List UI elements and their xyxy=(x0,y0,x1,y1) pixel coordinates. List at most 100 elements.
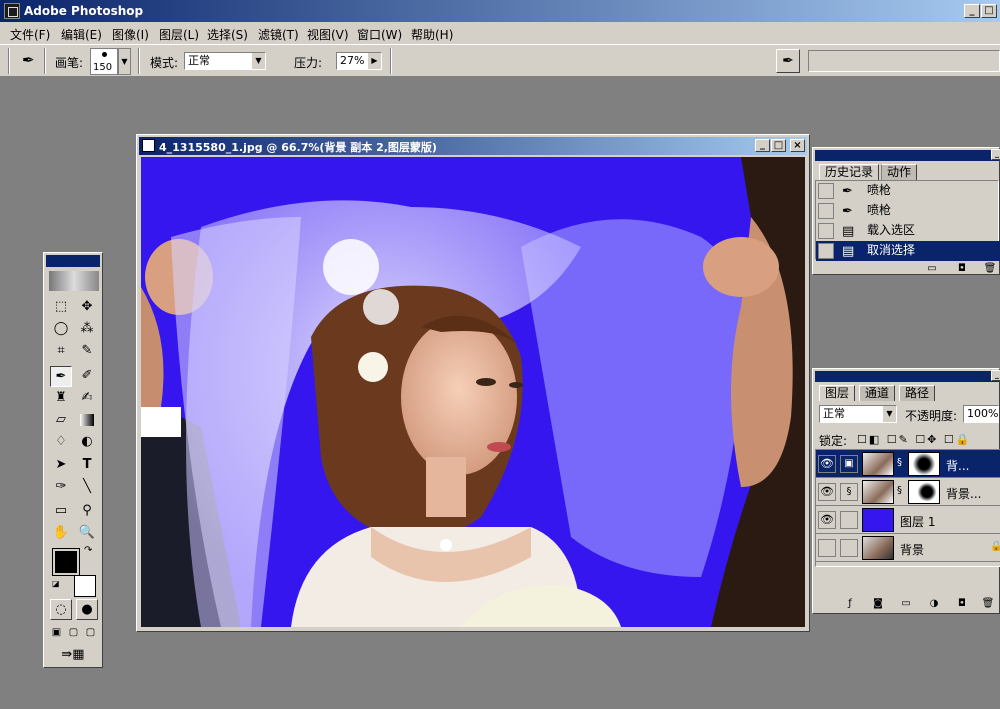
pen-tool-icon[interactable]: ✑ xyxy=(50,477,72,498)
screen-mode-standard-icon[interactable]: ▣ xyxy=(48,623,65,644)
dodge-tool-icon[interactable]: ◐ xyxy=(76,432,98,453)
history-item[interactable]: ▤ 载入选区 xyxy=(816,221,1000,241)
line-tool-icon[interactable]: ╲ xyxy=(76,477,98,498)
doc-maximize-button[interactable]: □ xyxy=(771,139,786,152)
visibility-box[interactable] xyxy=(818,539,836,557)
foreground-color-swatch[interactable] xyxy=(52,548,80,576)
jump-to-imageready-icon[interactable]: ⇛▦ xyxy=(50,645,96,666)
tab-channels[interactable]: 通道 xyxy=(859,385,896,401)
airbrush-tool-icon[interactable]: ✒ xyxy=(50,366,72,387)
trash-icon[interactable]: 🗑 xyxy=(979,597,997,611)
layer-row-selected[interactable]: 👁 ▣ § 背... xyxy=(816,450,1000,478)
hand-tool-icon[interactable]: ✋ xyxy=(50,523,72,544)
brush-dropdown-icon[interactable]: ▼ xyxy=(118,48,131,75)
eyedropper-tool-icon[interactable]: ⚲ xyxy=(76,501,98,522)
tab-layers[interactable]: 图层 xyxy=(819,385,856,401)
brush-dynamics-button[interactable]: ✒ xyxy=(776,49,800,73)
doc-close-button[interactable]: × xyxy=(790,139,805,152)
menu-layer[interactable]: 图层(L) xyxy=(159,26,199,43)
blur-tool-icon[interactable]: ♢ xyxy=(50,432,72,453)
menu-window[interactable]: 窗口(W) xyxy=(357,26,402,43)
history-checkbox[interactable] xyxy=(818,183,834,199)
path-select-tool-icon[interactable]: ➤ xyxy=(50,455,72,476)
slice-tool-icon[interactable]: ✎ xyxy=(76,341,98,362)
lasso-tool-icon[interactable]: ◯ xyxy=(50,319,72,340)
magic-wand-tool-icon[interactable]: ⁂ xyxy=(76,319,98,340)
link-box[interactable] xyxy=(840,511,858,529)
stamp-tool-icon[interactable]: ♜ xyxy=(50,388,72,409)
pressure-input[interactable]: 27% ▶ xyxy=(336,52,382,70)
eye-icon[interactable]: 👁 xyxy=(818,511,836,529)
history-panel-header[interactable] xyxy=(815,150,999,161)
history-item[interactable]: ✒ 喷枪 xyxy=(816,201,1000,221)
brush-icon[interactable]: ▣ xyxy=(840,455,858,473)
new-layer-icon[interactable]: ◘ xyxy=(953,597,971,611)
marquee-tool-icon[interactable]: ⬚ xyxy=(50,297,72,318)
minimize-button[interactable]: _ xyxy=(964,4,980,18)
toolbox-header[interactable] xyxy=(46,255,100,267)
tab-history[interactable]: 历史记录 xyxy=(819,164,880,180)
history-checkbox[interactable] xyxy=(818,203,834,219)
doc-minimize-button[interactable]: _ xyxy=(755,139,770,152)
move-tool-icon[interactable]: ✥ xyxy=(76,297,98,318)
tab-paths[interactable]: 路径 xyxy=(899,385,936,401)
history-checkbox[interactable] xyxy=(818,243,834,259)
zoom-tool-icon[interactable]: 🔍 xyxy=(76,523,98,544)
eye-icon[interactable]: 👁 xyxy=(818,455,836,473)
screen-mode-full-icon[interactable]: ▢ xyxy=(82,623,99,644)
eraser-tool-icon[interactable]: ▱ xyxy=(50,410,72,431)
opacity-input[interactable]: 100% xyxy=(963,405,999,423)
menu-view[interactable]: 视图(V) xyxy=(307,26,349,43)
brush-preview[interactable]: 150 xyxy=(90,48,118,75)
airbrush-icon[interactable]: ✒ xyxy=(22,51,35,69)
chain-link-icon[interactable]: § xyxy=(840,483,858,501)
add-mask-icon[interactable]: ◙ xyxy=(869,597,887,611)
blend-mode-select[interactable]: 正常 ▼ xyxy=(819,405,897,423)
new-set-icon[interactable]: ▭ xyxy=(897,597,915,611)
link-box[interactable] xyxy=(840,539,858,557)
image-canvas[interactable] xyxy=(141,157,805,627)
lock-options[interactable]: ☐◧ ☐✎ ☐✥ ☐🔒 xyxy=(857,433,971,446)
layers-panel-header[interactable] xyxy=(815,371,999,382)
mode-select[interactable]: 正常 ▼ xyxy=(184,52,266,70)
trash-icon[interactable]: 🗑 xyxy=(981,262,999,276)
menu-help[interactable]: 帮助(H) xyxy=(411,26,453,43)
swap-colors-icon[interactable]: ↷ xyxy=(84,545,92,556)
default-colors-icon[interactable]: ◪ xyxy=(52,579,60,588)
history-brush-tool-icon[interactable]: ✍ xyxy=(76,388,98,409)
history-item[interactable]: ✒ 喷枪 xyxy=(816,181,1000,201)
grip xyxy=(8,48,10,74)
quick-mask-mode-icon[interactable]: ● xyxy=(76,599,98,620)
brush-tool-icon[interactable]: ✐ xyxy=(76,366,98,387)
menu-file[interactable]: 文件(F) xyxy=(10,26,50,43)
history-panel-close-button[interactable]: _ xyxy=(991,149,1000,160)
adjustment-layer-icon[interactable]: ◑ xyxy=(925,597,943,611)
menu-filter[interactable]: 滤镜(T) xyxy=(258,26,299,43)
eye-icon[interactable]: 👁 xyxy=(818,483,836,501)
notes-tool-icon[interactable]: ▭ xyxy=(50,501,72,522)
new-document-from-state-icon[interactable]: ▭ xyxy=(923,262,941,276)
layers-panel-close-button[interactable]: _ xyxy=(991,370,1000,381)
tab-actions[interactable]: 动作 xyxy=(881,164,918,180)
layer-style-icon[interactable]: ƒ xyxy=(841,597,859,611)
opacity-value: 100% xyxy=(967,407,999,420)
palette-well[interactable] xyxy=(808,50,1000,72)
gradient-tool-icon[interactable] xyxy=(76,410,98,431)
new-snapshot-icon[interactable]: ◘ xyxy=(953,262,971,276)
layer-row[interactable]: 👁 § § 背景... xyxy=(816,478,1000,506)
standard-mode-icon[interactable]: ◌ xyxy=(50,599,72,620)
maximize-button[interactable]: □ xyxy=(981,4,997,18)
menu-image[interactable]: 图像(I) xyxy=(112,26,149,43)
crop-tool-icon[interactable]: ⌗ xyxy=(50,341,72,362)
menu-edit[interactable]: 编辑(E) xyxy=(61,26,102,43)
history-checkbox[interactable] xyxy=(818,223,834,239)
photoshop-logo-icon[interactable] xyxy=(49,271,99,291)
type-tool-icon[interactable]: T xyxy=(76,455,98,476)
screen-mode-full-menu-icon[interactable]: ▢ xyxy=(65,623,82,644)
menu-select[interactable]: 选择(S) xyxy=(207,26,248,43)
document-titlebar[interactable]: 4_1315580_1.jpg @ 66.7%(背景 副本 2,图层蒙版) _ … xyxy=(139,137,807,155)
history-item-selected[interactable]: ▤ 取消选择 xyxy=(816,241,1000,261)
layer-row[interactable]: 背景 🔒 xyxy=(816,534,1000,562)
layer-row[interactable]: 👁 图层 1 xyxy=(816,506,1000,534)
background-color-swatch[interactable] xyxy=(74,575,96,597)
